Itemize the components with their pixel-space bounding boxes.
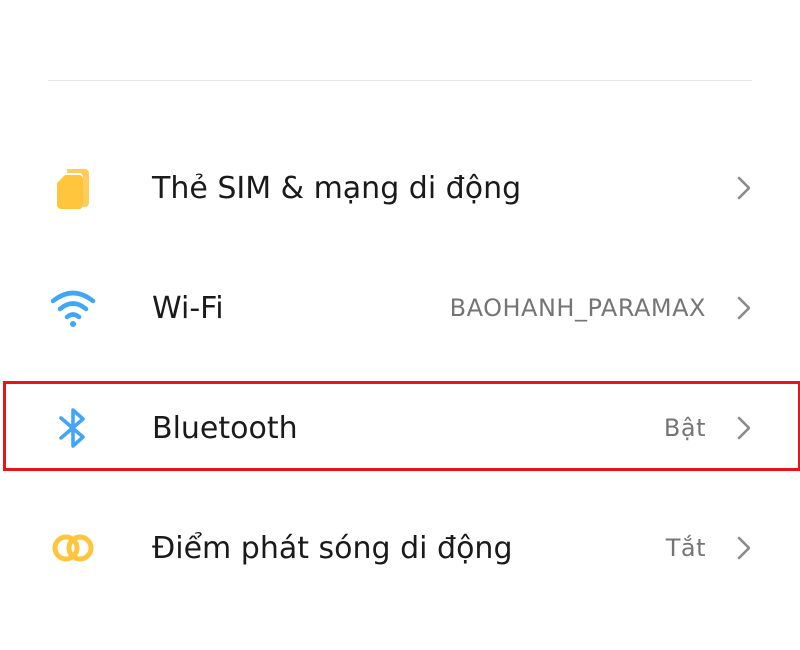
bluetooth-row[interactable]: Bluetooth Bật	[0, 383, 800, 473]
sim-card-icon	[48, 163, 98, 213]
sim-network-row[interactable]: Thẻ SIM & mạng di động	[0, 143, 800, 233]
chevron-right-icon	[732, 413, 756, 443]
bluetooth-status: Bật	[663, 414, 706, 442]
wifi-label: Wi-Fi	[152, 290, 224, 326]
settings-screen: Thẻ SIM & mạng di động Wi-Fi BAOHANH_PAR…	[0, 0, 800, 650]
wifi-icon	[48, 283, 98, 333]
bluetooth-label: Bluetooth	[152, 410, 298, 446]
hotspot-icon	[48, 523, 98, 573]
bluetooth-icon	[48, 403, 98, 453]
sim-network-label: Thẻ SIM & mạng di động	[152, 170, 522, 206]
wifi-network-name: BAOHANH_PARAMAX	[449, 294, 706, 322]
divider	[48, 80, 752, 81]
chevron-right-icon	[732, 293, 756, 323]
wifi-row[interactable]: Wi-Fi BAOHANH_PARAMAX	[0, 263, 800, 353]
hotspot-label: Điểm phát sóng di động	[152, 530, 513, 566]
chevron-right-icon	[732, 173, 756, 203]
chevron-right-icon	[732, 533, 756, 563]
hotspot-row[interactable]: Điểm phát sóng di động Tắt	[0, 503, 800, 593]
hotspot-status: Tắt	[665, 534, 706, 562]
